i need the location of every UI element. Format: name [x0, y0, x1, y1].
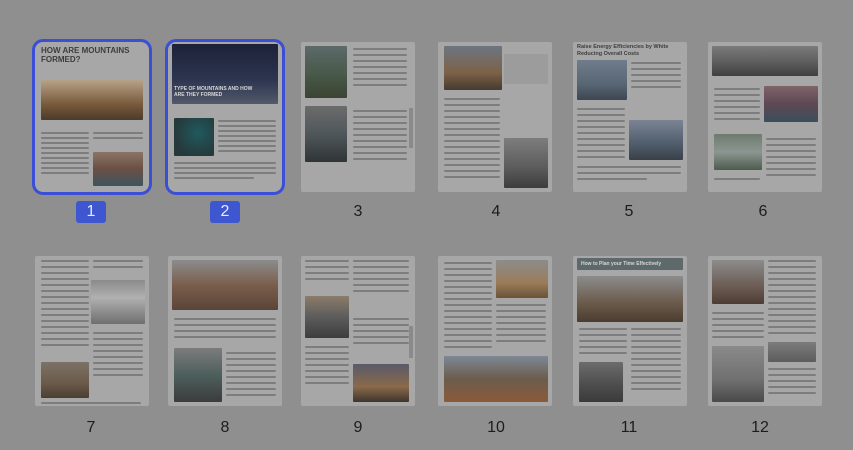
page-thumbnail-6[interactable] — [708, 42, 822, 192]
page-thumbnail-5[interactable]: Raise Energy Efficiencies by White Reduc… — [573, 42, 687, 192]
page-thumbnail-7[interactable] — [35, 256, 149, 406]
page-thumbnail-11[interactable]: How to Plan your Time Effectively — [573, 256, 687, 406]
page-8-image-road — [172, 260, 278, 310]
page-number-4: 4 — [491, 203, 501, 220]
page-9-image-tent — [353, 364, 409, 402]
page-number-1: 1 — [76, 201, 106, 223]
page-thumbnail-9[interactable] — [301, 256, 415, 406]
page-thumbnail-1[interactable]: HOW ARE MOUNTAINS FORMED? — [32, 39, 152, 195]
page-10-image-pyramid — [496, 260, 548, 298]
page-6-image-waterfall — [714, 134, 762, 170]
page-6-image-rocks — [712, 46, 818, 76]
page-thumbnail-3[interactable] — [301, 42, 415, 192]
page-5-image-wind — [577, 60, 627, 100]
page-11-image-sign — [579, 362, 623, 402]
page-number-11: 11 — [620, 419, 638, 436]
page-2-image-coast — [174, 118, 214, 156]
page-4-image-rock — [504, 138, 548, 188]
page-number-5: 5 — [624, 203, 634, 220]
page-3-image-top — [305, 46, 347, 98]
page-8-image-travel — [174, 348, 222, 402]
page-1-image-lake — [93, 152, 143, 186]
page-number-9: 9 — [353, 419, 363, 436]
page-number-3: 3 — [353, 203, 363, 220]
page-10-image-balloon — [444, 356, 548, 402]
page-thumbnail-2[interactable]: TYPE OF MOUNTAINS AND HOW ARE THEY FORME… — [165, 39, 285, 195]
page-1-image-mountain — [41, 80, 143, 120]
page-7-image-mountain — [41, 362, 89, 398]
page-11-heading: How to Plan your Time Effectively — [581, 261, 662, 267]
page-3-image-bottom — [305, 106, 347, 162]
page-9-image-road — [305, 296, 349, 338]
page-4-image-peak — [444, 46, 502, 90]
page-number-8: 8 — [220, 419, 230, 436]
page-number-6: 6 — [758, 203, 768, 220]
page-1-heading: HOW ARE MOUNTAINS FORMED? — [41, 46, 130, 64]
page-thumbnail-10[interactable] — [438, 256, 552, 406]
page-thumbnail-8[interactable] — [168, 256, 282, 406]
page-7-image-snow — [91, 280, 145, 324]
page-2-heading: TYPE OF MOUNTAINS AND HOW ARE THEY FORME… — [174, 86, 253, 98]
page-number-7: 7 — [86, 419, 96, 436]
page-number-10: 10 — [487, 419, 505, 436]
page-number-12: 12 — [751, 419, 769, 436]
page-thumbnail-4[interactable] — [438, 42, 552, 192]
page-5-image-solar — [629, 120, 683, 160]
page-thumbnail-12[interactable] — [708, 256, 822, 406]
page-12-image-desk — [712, 260, 764, 304]
page-5-heading: Raise Energy Efficiencies by White Reduc… — [577, 44, 669, 57]
page-11-image-coffee — [577, 276, 683, 322]
page-number-2: 2 — [210, 201, 240, 223]
page-12-image-chair — [712, 346, 764, 402]
page-6-image-sea — [764, 86, 818, 122]
page-thumbnail-grid: HOW ARE MOUNTAINS FORMED? 1 TYPE OF MOUN… — [0, 0, 853, 450]
